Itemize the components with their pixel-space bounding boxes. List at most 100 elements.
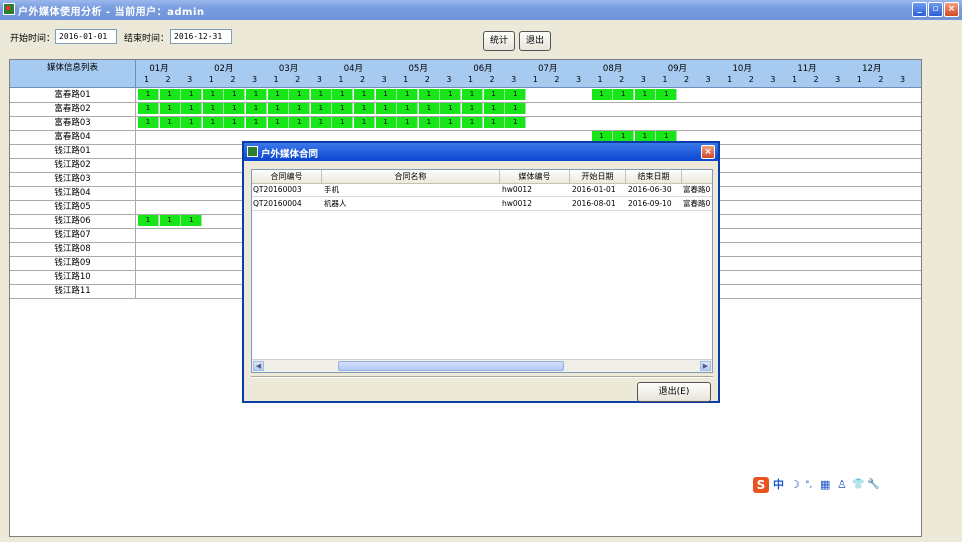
occupied-cell[interactable]: 1 — [332, 89, 354, 100]
media-row-label[interactable]: 钱江路02 — [10, 158, 136, 172]
punctuation-icon[interactable]: °, — [805, 477, 812, 493]
horizontal-scrollbar[interactable]: ◀ ▶ — [252, 359, 712, 372]
end-date-field[interactable]: 2016-12-31 — [170, 29, 232, 44]
occupied-cell[interactable]: 1 — [354, 117, 375, 128]
column-header-media-id[interactable]: 媒体编号 — [500, 170, 570, 183]
media-row-label[interactable]: 钱江路01 — [10, 144, 136, 158]
occupied-cell[interactable]: 1 — [440, 117, 462, 128]
stats-button[interactable]: 统计 — [483, 31, 515, 51]
occupied-cell[interactable]: 1 — [332, 103, 354, 114]
occupied-cell[interactable]: 1 — [483, 89, 505, 100]
occupied-cell[interactable]: 1 — [246, 117, 267, 128]
dialog-exit-button[interactable]: 退出(E) — [637, 382, 711, 402]
occupied-cell[interactable]: 1 — [246, 103, 267, 114]
start-date-field[interactable]: 2016-01-01 — [55, 29, 117, 44]
occupied-cell[interactable]: 1 — [159, 103, 181, 114]
occupied-cell[interactable]: 1 — [418, 89, 440, 100]
occupied-cell[interactable]: 1 — [440, 89, 462, 100]
occupied-cell[interactable]: 1 — [138, 103, 159, 114]
occupied-cell[interactable]: 1 — [462, 89, 483, 100]
occupied-cell[interactable]: 1 — [267, 103, 289, 114]
occupied-cell[interactable]: 1 — [181, 117, 203, 128]
column-header-contract-id[interactable]: 合同编号 — [252, 170, 322, 183]
sogou-logo-icon[interactable]: S — [753, 477, 769, 493]
occupied-cell[interactable]: 1 — [138, 117, 159, 128]
occupied-cell[interactable]: 1 — [202, 117, 224, 128]
occupied-cell[interactable]: 1 — [138, 89, 159, 100]
occupied-cell[interactable]: 1 — [505, 103, 527, 114]
chinese-mode-icon[interactable]: 中 — [773, 477, 784, 493]
media-row-label[interactable]: 钱江路07 — [10, 228, 136, 242]
occupied-cell[interactable]: 1 — [375, 117, 397, 128]
occupied-cell[interactable]: 1 — [634, 89, 656, 100]
scroll-right-icon[interactable]: ▶ — [700, 361, 711, 371]
occupied-cell[interactable]: 1 — [202, 103, 224, 114]
moon-icon[interactable]: ☽ — [790, 477, 800, 493]
occupied-cell[interactable]: 1 — [289, 117, 311, 128]
occupied-cell[interactable]: 1 — [202, 89, 224, 100]
media-row-label[interactable]: 钱江路08 — [10, 242, 136, 256]
contract-list[interactable]: 合同编号 合同名称 媒体编号 开始日期 结束日期 QT20160003 手机 h… — [251, 169, 713, 373]
user-icon[interactable]: ♙ — [837, 477, 847, 493]
occupied-cell[interactable]: 1 — [310, 89, 332, 100]
occupied-cell[interactable]: 1 — [656, 89, 678, 100]
occupied-cell[interactable]: 1 — [397, 89, 419, 100]
skin-icon[interactable]: 👕 — [852, 477, 864, 493]
occupied-cell[interactable]: 1 — [354, 103, 375, 114]
minimize-button[interactable]: _ — [912, 2, 927, 17]
media-row-label[interactable]: 富春路01 — [10, 88, 136, 102]
occupied-cell[interactable]: 1 — [181, 103, 203, 114]
media-row-label[interactable]: 钱江路03 — [10, 172, 136, 186]
occupied-cell[interactable]: 1 — [289, 89, 311, 100]
occupied-cell[interactable]: 1 — [159, 117, 181, 128]
occupied-cell[interactable]: 1 — [613, 89, 635, 100]
occupied-cell[interactable]: 1 — [246, 89, 267, 100]
exit-button[interactable]: 退出 — [519, 31, 551, 51]
media-row-label[interactable]: 钱江路11 — [10, 284, 136, 298]
occupied-cell[interactable]: 1 — [375, 89, 397, 100]
occupied-cell[interactable]: 1 — [462, 117, 483, 128]
occupied-cell[interactable]: 1 — [397, 103, 419, 114]
occupied-cell[interactable]: 1 — [375, 103, 397, 114]
occupied-cell[interactable]: 1 — [224, 89, 246, 100]
occupied-cell[interactable]: 1 — [181, 89, 203, 100]
column-header-contract-name[interactable]: 合同名称 — [322, 170, 500, 183]
occupied-cell[interactable]: 1 — [267, 117, 289, 128]
scroll-left-icon[interactable]: ◀ — [253, 361, 264, 371]
occupied-cell[interactable]: 1 — [483, 103, 505, 114]
scroll-thumb[interactable] — [338, 361, 564, 371]
column-header-end-date[interactable]: 结束日期 — [626, 170, 682, 183]
restore-button[interactable]: ▫ — [928, 2, 943, 17]
ime-toolbar[interactable]: S 中 ☽ °, ▦ ♙ 👕 🔧 — [753, 477, 883, 495]
occupied-cell[interactable]: 1 — [310, 103, 332, 114]
media-row-label[interactable]: 富春路03 — [10, 116, 136, 130]
occupied-cell[interactable]: 1 — [267, 89, 289, 100]
table-row[interactable]: QT20160003 手机 hw0012 2016-01-01 2016-06-… — [252, 183, 712, 197]
occupied-cell[interactable]: 1 — [332, 117, 354, 128]
dialog-close-button[interactable]: × — [701, 145, 715, 159]
occupied-cell[interactable]: 1 — [224, 103, 246, 114]
occupied-cell[interactable]: 1 — [483, 117, 505, 128]
occupied-cell[interactable]: 1 — [181, 215, 203, 226]
occupied-cell[interactable]: 1 — [505, 89, 527, 100]
media-row-label[interactable]: 钱江路05 — [10, 200, 136, 214]
media-row-label[interactable]: 富春路02 — [10, 102, 136, 116]
occupied-cell[interactable]: 1 — [591, 89, 613, 100]
occupied-cell[interactable]: 1 — [462, 103, 483, 114]
occupied-cell[interactable]: 1 — [224, 117, 246, 128]
occupied-cell[interactable]: 1 — [289, 103, 311, 114]
occupied-cell[interactable]: 1 — [354, 89, 375, 100]
occupied-cell[interactable]: 1 — [440, 103, 462, 114]
media-row-label[interactable]: 钱江路09 — [10, 256, 136, 270]
occupied-cell[interactable]: 1 — [418, 117, 440, 128]
media-row-label[interactable]: 富春路04 — [10, 130, 136, 144]
keyboard-icon[interactable]: ▦ — [820, 477, 830, 493]
tools-icon[interactable]: 🔧 — [867, 477, 879, 493]
media-row-label[interactable]: 钱江路04 — [10, 186, 136, 200]
occupied-cell[interactable]: 1 — [159, 89, 181, 100]
occupied-cell[interactable]: 1 — [310, 117, 332, 128]
media-row-label[interactable]: 钱江路10 — [10, 270, 136, 284]
occupied-cell[interactable]: 1 — [418, 103, 440, 114]
close-button[interactable]: × — [944, 2, 959, 17]
occupied-cell[interactable]: 1 — [505, 117, 527, 128]
